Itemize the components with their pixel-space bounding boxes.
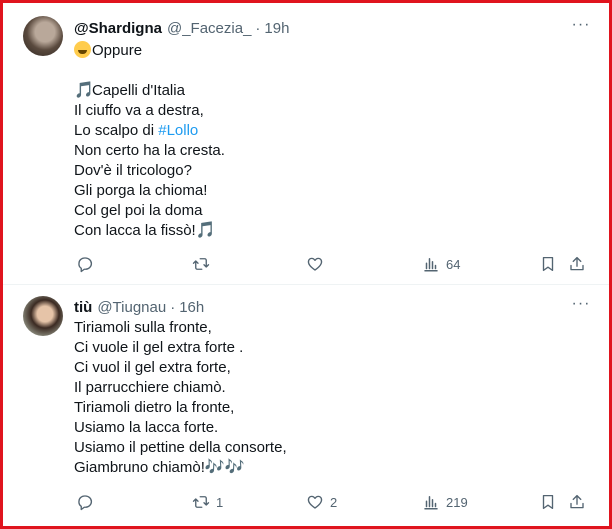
tweet-header: tiù @Tiugnau · 16h ···: [74, 296, 591, 317]
analytics-icon: [424, 258, 438, 272]
repost-icon: [192, 258, 210, 270]
text-line: Col gel poi la doma: [74, 202, 203, 219]
display-name[interactable]: @Shardigna: [74, 20, 162, 37]
separator-dot: ·: [170, 298, 176, 316]
text-line: 🎵Capelli d'Italia: [74, 82, 185, 99]
music-notes-icon: 🎶: [224, 459, 245, 476]
heart-icon: [307, 495, 323, 509]
repost-button[interactable]: 1: [192, 491, 223, 513]
share-icon: [570, 494, 584, 509]
action-bar: 1 2 219: [74, 491, 591, 513]
music-note-icon: 🎵: [195, 222, 216, 239]
reply-button[interactable]: [76, 491, 100, 513]
bookmark-icon: [542, 494, 554, 510]
text-line: Non certo ha la cresta.: [74, 142, 225, 159]
repost-count: 1: [216, 494, 224, 510]
music-notes-icon: 🎶: [204, 459, 225, 476]
text-line: Il parrucchiere chiamò.: [74, 379, 226, 396]
more-options-icon[interactable]: ···: [571, 296, 591, 317]
text-line: Ci vuol il gel extra forte,: [74, 359, 231, 376]
timestamp[interactable]: 19h: [264, 20, 289, 37]
tweet-text: Tiriamoli sulla fronte, Ci vuole il gel …: [74, 318, 591, 478]
music-note-icon: 🎵: [74, 82, 94, 99]
share-icon: [570, 256, 584, 271]
text-line: Giambruno chiamò!🎶🎶: [74, 459, 245, 476]
bookmark-icon: [542, 256, 554, 272]
text-line: Gli porga la chioma!: [74, 182, 208, 199]
text-line: Usiamo la lacca forte.: [74, 419, 219, 436]
separator-dot: ·: [255, 19, 261, 37]
share-button[interactable]: [568, 491, 586, 513]
text-line: Oppure: [74, 41, 591, 61]
tweet-text: Oppure 🎵Capelli d'Italia Il ciuffo va a …: [74, 41, 591, 241]
text-line: Tiriamoli dietro la fronte,: [74, 399, 235, 416]
view-count: 64: [446, 256, 461, 272]
repost-button[interactable]: [192, 253, 216, 275]
heart-icon: [307, 257, 323, 271]
display-name[interactable]: tiù: [74, 299, 92, 316]
text-line: Il ciuffo va a destra,: [74, 102, 204, 119]
analytics-icon: [424, 496, 438, 510]
view-count: 219: [446, 494, 468, 510]
bookmark-button[interactable]: [539, 491, 557, 513]
user-handle[interactable]: @Tiugnau: [97, 299, 166, 316]
more-options-icon[interactable]: ···: [571, 17, 591, 38]
like-button[interactable]: 2: [306, 491, 337, 513]
hashtag-link[interactable]: #Lollo: [158, 122, 198, 139]
text-line: Lo scalpo di #Lollo: [74, 122, 199, 139]
text-line: Dov'è il tricologo?: [74, 162, 192, 179]
text-line: Tiriamoli sulla fronte,: [74, 319, 212, 336]
reply-icon: [78, 257, 93, 273]
repost-icon: [192, 496, 210, 508]
reply-icon: [78, 495, 93, 511]
reply-button[interactable]: [76, 253, 100, 275]
user-handle[interactable]: @_Facezia_: [167, 20, 251, 37]
text-line: Ci vuole il gel extra forte .: [74, 339, 244, 356]
views-button[interactable]: 64: [422, 253, 460, 275]
timestamp[interactable]: 16h: [179, 299, 204, 316]
views-button[interactable]: 219: [422, 491, 468, 513]
avatar[interactable]: [23, 296, 63, 336]
text-line: Usiamo il pettine della consorte,: [74, 439, 287, 456]
like-button[interactable]: [306, 253, 330, 275]
action-bar: 64: [74, 253, 591, 275]
like-count: 2: [330, 494, 338, 510]
bookmark-button[interactable]: [539, 253, 557, 275]
avatar[interactable]: [23, 16, 63, 56]
tweet[interactable]: tiù @Tiugnau · 16h ··· Tiriamoli sulla f…: [3, 285, 609, 526]
text-line: Con lacca la fissò!🎵: [74, 222, 216, 239]
laughing-emoji-icon: [74, 41, 91, 58]
share-button[interactable]: [568, 253, 586, 275]
tweet[interactable]: @Shardigna @_Facezia_ · 19h ··· Oppure 🎵…: [3, 3, 609, 285]
tweet-header: @Shardigna @_Facezia_ · 19h ···: [74, 17, 591, 38]
